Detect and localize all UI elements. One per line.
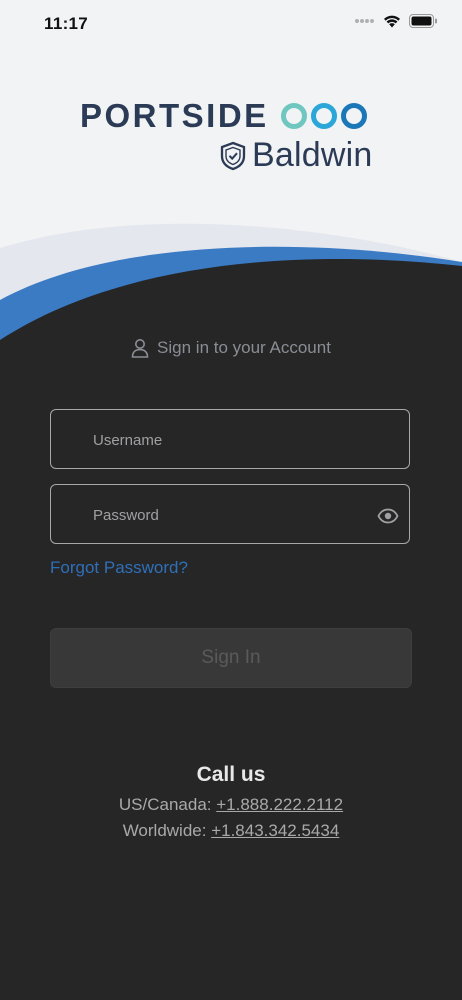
signin-heading-label: Sign in to your Account: [157, 338, 331, 357]
username-field[interactable]: [50, 409, 410, 470]
signin-heading: Sign in to your Account: [0, 338, 462, 358]
password-field[interactable]: [50, 484, 410, 545]
baldwin-wordmark: Baldwin: [252, 136, 373, 174]
logo-ring-blue: [340, 103, 367, 129]
worldwide-phone-line: Worldwide: +1.843.342.5434: [0, 821, 462, 841]
status-time: 11:17: [44, 14, 89, 33]
baldwin-logo: Baldwin: [220, 136, 372, 175]
us-canada-phone-line: US/Canada: +1.888.222.2112: [0, 795, 462, 815]
us-canada-label: US/Canada:: [118, 795, 217, 814]
us-canada-phone-link[interactable]: +1.888.222.2112: [216, 795, 343, 814]
password-input[interactable]: [91, 485, 365, 545]
logo-ring-cyan: [310, 103, 337, 129]
user-icon: [131, 339, 149, 358]
call-us-title: Call us: [196, 763, 266, 786]
sign-in-button[interactable]: Sign In: [50, 628, 412, 688]
worldwide-phone-link[interactable]: +1.843.342.5434: [211, 821, 339, 840]
shield-check-icon: [220, 141, 246, 170]
username-input[interactable]: [91, 410, 365, 470]
status-bar: 11:17: [0, 0, 462, 50]
logo-ring-teal: [280, 103, 307, 129]
portside-logo: PORTSIDE: [80, 96, 367, 136]
show-password-eye-icon[interactable]: [377, 505, 399, 527]
battery-icon: [409, 14, 437, 28]
cellular-signal-icon: [355, 19, 374, 23]
wave-divider: [0, 223, 462, 360]
portside-wordmark: PORTSIDE: [80, 97, 269, 134]
wifi-icon: [384, 15, 400, 28]
worldwide-label: Worldwide:: [122, 821, 212, 840]
portside-rings: [280, 103, 367, 129]
forgot-password-link[interactable]: Forgot Password?: [50, 558, 188, 578]
status-icons: [355, 14, 438, 28]
